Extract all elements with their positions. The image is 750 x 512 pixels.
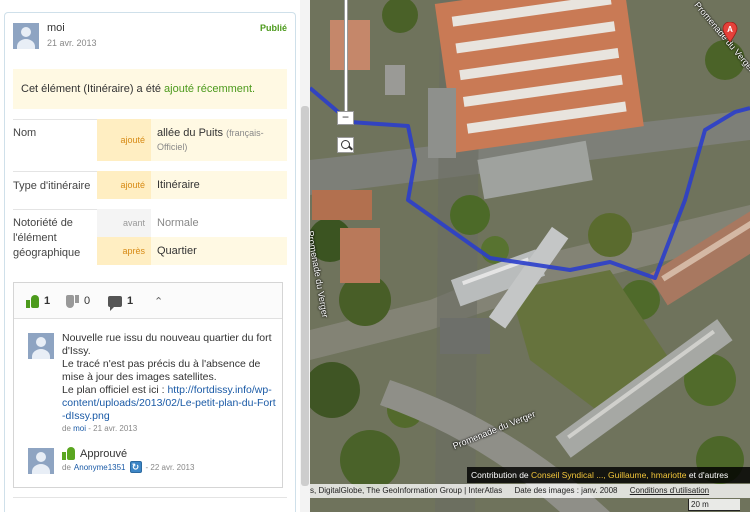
field-label-type: Type d'itinéraire (13, 180, 91, 192)
comments-box: 1 0 1 ⌃ Nouvelle rue issu du nouveau qua… (13, 282, 283, 488)
field-value-name: allée du Puits (français-Officiel) (151, 119, 287, 161)
notice-text: Cet élément (Itinéraire) a été (21, 83, 162, 95)
panel-scrollbar-thumb[interactable] (301, 106, 309, 486)
approval-label: Approuvé (62, 447, 127, 460)
after-tag: après (97, 237, 151, 265)
divider (13, 497, 287, 498)
comment-bubble-icon (108, 295, 122, 311)
down-count: 0 (84, 295, 91, 307)
satellite-map[interactable]: Promenade du Verger Promenade du Verger … (310, 0, 750, 512)
comments-toolbar: 1 0 1 ⌃ (14, 283, 282, 319)
scale-bar: 20 m (688, 499, 740, 511)
comment-line: Le tracé n'est pas précis du à l'absence… (62, 358, 261, 383)
thumbs-up-button[interactable]: 1 (26, 294, 50, 308)
field-value-type: Itinéraire (151, 171, 287, 199)
comment-author-link[interactable]: moi (73, 424, 86, 433)
zoom-out-button[interactable]: − (337, 111, 354, 125)
imagery-date: Date des images : janv. 2008 (514, 486, 618, 495)
up-count: 1 (44, 295, 51, 307)
zoom-slider-track[interactable] (344, 0, 348, 112)
map-footer: s, DigitalGlobe, The GeoInformation Grou… (310, 484, 750, 498)
field-value-after: Quartier (151, 237, 287, 265)
comment-meta: de moi - 21 avr. 2013 (62, 424, 137, 433)
meta-prefix: de (62, 424, 71, 433)
comment-count: 1 (127, 295, 134, 307)
comments-button[interactable]: 1 (108, 294, 134, 311)
added-tag: ajouté (97, 119, 151, 161)
name-value: allée du Puits (157, 127, 224, 139)
thumbs-down-button[interactable]: 0 (66, 294, 90, 308)
comment-line: Nouvelle rue issu du nouveau quartier du… (62, 332, 272, 357)
comment-line: Le plan officiel est ici : (62, 384, 165, 396)
pin-letter: A (727, 25, 733, 34)
field-label-name: Nom (13, 127, 37, 139)
magnifier-icon[interactable] (337, 137, 354, 153)
comment-date: - 21 avr. 2013 (88, 424, 138, 433)
app-badge-icon: ↻ (129, 461, 142, 473)
author-date: 21 avr. 2013 (47, 38, 97, 48)
map-imagery (310, 0, 750, 512)
status-badge: Publié (259, 23, 287, 33)
attribution-suffix: et d'autres (688, 470, 729, 480)
field-value-before: Normale (151, 209, 287, 237)
chevron-up-icon: ⌃ (154, 295, 164, 308)
comment-text: Nouvelle rue issu du nouveau quartier du… (62, 332, 276, 423)
thumbs-up-icon (62, 447, 75, 460)
zoom-out-icon: − (341, 110, 349, 124)
change-notice: Cet élément (Itinéraire) a été ajouté ré… (13, 69, 287, 109)
commenter-avatar (28, 333, 54, 359)
field-label-notoriety: Notoriété de l'élément géographique (13, 217, 81, 259)
author-avatar (13, 23, 39, 49)
map-attribution: Contribution de Conseil Syndical ..., Gu… (467, 467, 750, 483)
terms-link[interactable]: Conditions d'utilisation (630, 486, 709, 495)
added-tag: ajouté (97, 171, 151, 199)
collapse-button[interactable]: ⌃ (154, 294, 163, 308)
author-name[interactable]: moi (47, 22, 65, 34)
change-detail-panel: moi 21 avr. 2013 Publié Cet élément (Iti… (0, 0, 300, 512)
map-pin-icon[interactable]: A (722, 22, 738, 42)
change-card: moi 21 avr. 2013 Publié Cet élément (Iti… (4, 12, 296, 512)
approval-date: - 22 avr. 2013 (145, 462, 195, 472)
imagery-sources: s, DigitalGlobe, The GeoInformation Grou… (310, 486, 503, 495)
thumbs-down-icon (66, 294, 79, 308)
thumbs-up-icon (26, 294, 39, 308)
meta-prefix: de (62, 462, 71, 472)
approval-text: Approuvé (80, 447, 128, 460)
attribution-prefix: Contribution de (471, 470, 529, 480)
approver-link[interactable]: Anonyme1351 (74, 463, 126, 472)
approval-meta: de Anonyme1351 ↻ - 22 avr. 2013 (62, 461, 194, 473)
notice-highlight: ajouté récemment. (164, 83, 256, 95)
contributor-links[interactable]: Conseil Syndical ..., Guillaume, hmariot… (531, 470, 686, 480)
before-tag: avant (97, 209, 151, 237)
approver-avatar (28, 448, 54, 474)
